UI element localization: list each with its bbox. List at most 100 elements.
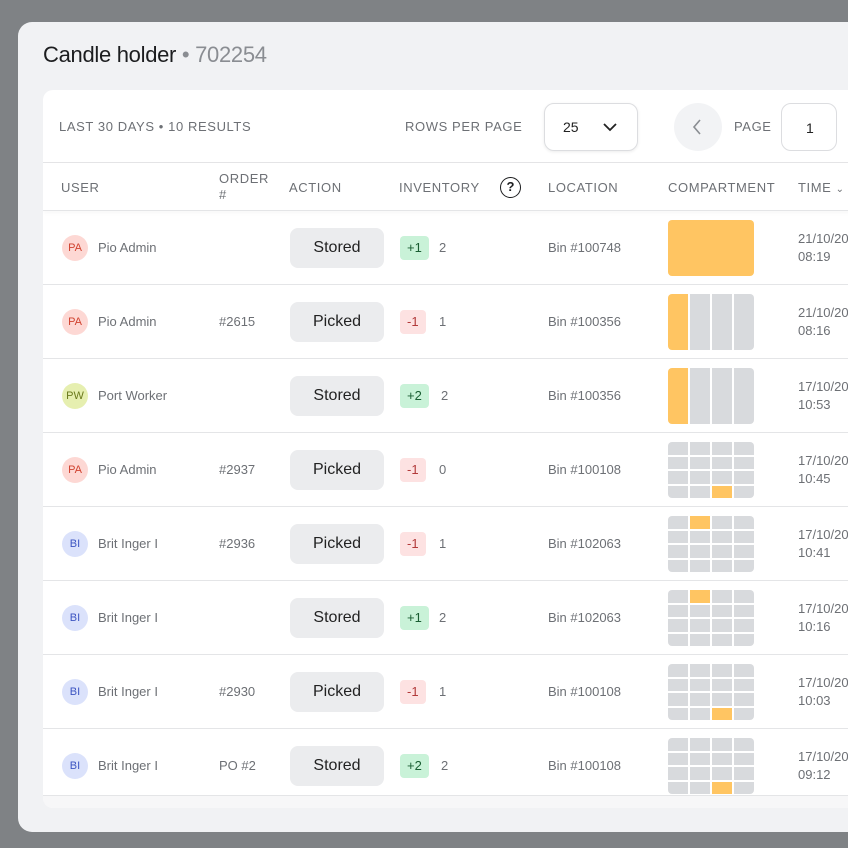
location: Bin #100356 [548,388,622,403]
compartment-cell [712,559,732,572]
location: Bin #100108 [548,462,622,477]
time: 10:41 [798,545,831,560]
table-row[interactable]: BI Brit Inger I PO #2 Stored +2 2 Bin #1… [43,729,848,803]
avatar: PA [62,309,88,335]
avatar: BI [62,605,88,631]
inventory-quantity: 2 [439,610,447,625]
order-number: #2936 [219,536,256,551]
title-separator: • [176,42,196,67]
table-row[interactable]: PA Pio Admin #2937 Picked -1 0 Bin #1001… [43,433,848,507]
compartment-cell [734,633,754,646]
compartment-cell [668,368,688,424]
location: Bin #102063 [548,610,622,625]
previous-page-button[interactable] [674,103,722,151]
user-name: Port Worker [98,388,168,403]
table-row[interactable]: BI Brit Inger I #2936 Picked -1 1 Bin #1… [43,507,848,581]
compartment-cell [668,693,688,706]
compartment-cell [690,590,710,603]
compartment-cell [690,456,710,469]
table-row[interactable]: BI Brit Inger I #2930 Picked -1 1 Bin #1… [43,655,848,729]
table-row[interactable]: PA Pio Admin Stored +1 2 Bin #100748 21/… [43,211,848,285]
timestamp: 17/10/20 10:45 [798,452,848,488]
compartment-map [668,738,754,794]
compartment-cell [712,590,732,603]
compartment-cell [712,781,732,794]
table-row[interactable]: PW Port Worker Stored +2 2 Bin #100356 1… [43,359,848,433]
compartment-cell [734,752,754,765]
order-number: #2615 [219,314,256,329]
compartment-map [668,220,754,276]
compartment-cell [712,485,732,498]
timestamp: 21/10/20 08:19 [798,230,848,266]
compartment-cell [712,516,732,529]
table-footer [43,795,848,808]
compartment-cell [690,530,710,543]
action-badge: Picked [290,672,384,712]
compartment-cell [734,530,754,543]
inventory-change-badge: +2 [400,384,429,408]
avatar: BI [62,531,88,557]
compartment-cell [690,604,710,617]
compartment-map [668,590,754,646]
page-title: Candle holder • 702254 [43,42,267,68]
avatar: BI [62,753,88,779]
col-inventory[interactable]: INVENTORY [399,180,480,195]
compartment-cell [712,767,732,780]
compartment-cell [734,781,754,794]
compartment-cell [712,664,732,677]
table-row[interactable]: BI Brit Inger I Stored +1 2 Bin #102063 … [43,581,848,655]
user-name: Brit Inger I [98,536,158,551]
rows-per-page-value: 25 [563,119,579,135]
inventory-change-badge: -1 [400,680,426,704]
user-name: Pio Admin [98,462,157,477]
time: 08:16 [798,323,831,338]
compartment-cell [712,693,732,706]
action-badge: Stored [290,746,384,786]
time: 08:19 [798,249,831,264]
location: Bin #102063 [548,536,622,551]
rows-per-page-select[interactable]: 25 [544,103,638,151]
chevron-left-icon [692,119,701,135]
time: 10:53 [798,397,831,412]
col-location[interactable]: LOCATION [548,180,618,195]
avatar: PA [62,457,88,483]
time: 10:16 [798,619,831,634]
col-order[interactable]: ORDER # [219,171,279,203]
compartment-cell [712,442,732,455]
help-icon[interactable]: ? [500,177,521,198]
compartment-cell [734,767,754,780]
timestamp: 17/10/20 09:12 [798,748,848,784]
compartment-cell [668,619,688,632]
compartment-cell [690,471,710,484]
location: Bin #100108 [548,684,622,699]
avatar: PA [62,235,88,261]
inventory-quantity: 1 [439,684,447,699]
table-row[interactable]: PA Pio Admin #2615 Picked -1 1 Bin #1003… [43,285,848,359]
inventory-quantity: 2 [441,388,449,403]
col-user[interactable]: USER [61,180,100,195]
inventory-history-card: Candle holder • 702254 LAST 30 DAYS • 10… [18,22,848,832]
time: 10:03 [798,693,831,708]
page-value: 1 [806,120,814,136]
timestamp: 17/10/20 10:16 [798,600,848,636]
col-action[interactable]: ACTION [289,180,342,195]
compartment-cell [690,752,710,765]
compartment-cell [712,545,732,558]
col-time[interactable]: TIME ⌄ [798,180,845,195]
inventory-change-badge: -1 [400,458,426,482]
date: 21/10/20 [798,231,848,246]
col-compartment[interactable]: COMPARTMENT [668,180,775,195]
date: 17/10/20 [798,601,848,616]
action-badge: Stored [290,228,384,268]
date: 17/10/20 [798,527,848,542]
compartment-cell [668,767,688,780]
inventory-change-badge: -1 [400,310,426,334]
action-badge: Picked [290,450,384,490]
compartment-cell [734,590,754,603]
table-toolbar: LAST 30 DAYS • 10 RESULTS ROWS PER PAGE … [43,90,848,163]
col-time-label: TIME [798,180,832,195]
compartment-cell [734,442,754,455]
compartment-map [668,368,754,424]
user-name: Brit Inger I [98,610,158,625]
page-input[interactable]: 1 [781,103,837,151]
